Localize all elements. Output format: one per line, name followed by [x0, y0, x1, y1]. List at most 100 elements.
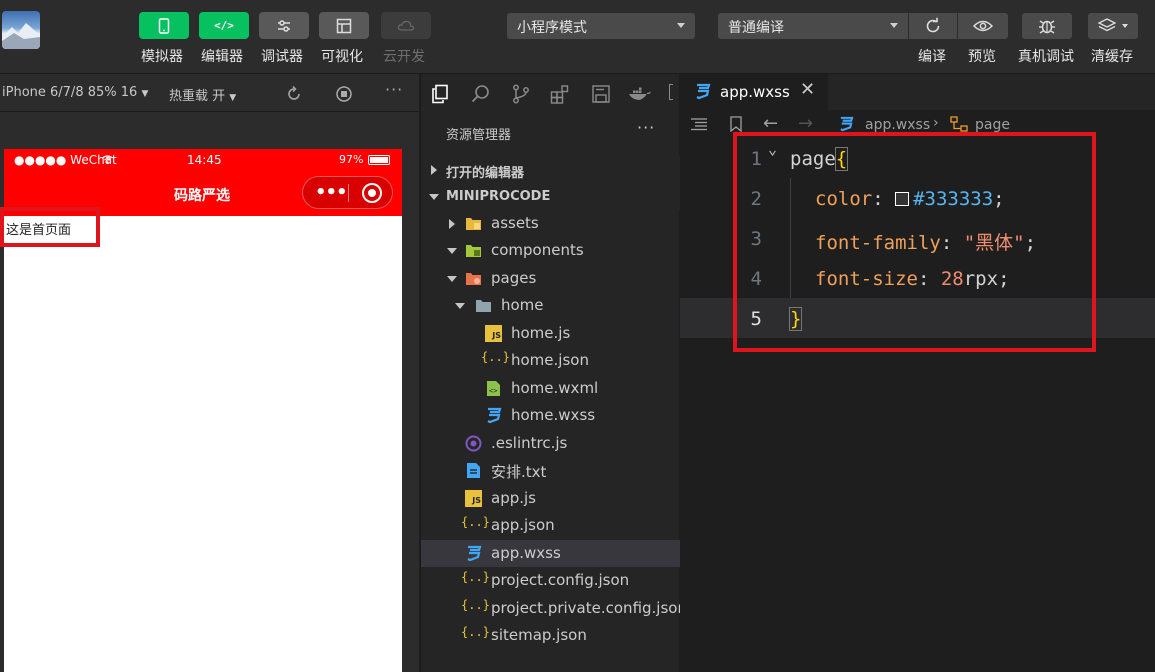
tree-item-home[interactable]: home [421, 292, 680, 319]
js-file-icon: JS [465, 490, 482, 507]
source-control-icon[interactable] [511, 84, 531, 104]
tree-item-sitemap[interactable]: {..} sitemap.json [421, 622, 680, 649]
preview-button[interactable] [958, 13, 1008, 39]
highlight-box-simulator [0, 207, 100, 247]
close-icon[interactable]: ✕ [800, 79, 815, 100]
tree-item-components[interactable]: components [421, 237, 680, 264]
tab-app-wxss[interactable]: app.wxss ✕ [680, 74, 828, 110]
clear-cache-button[interactable] [1088, 13, 1138, 39]
tree-item-app-json[interactable]: {..} app.json [421, 512, 680, 539]
compile-select[interactable]: 普通编译 [718, 13, 908, 39]
stop-icon[interactable] [335, 85, 353, 103]
device-select[interactable]: iPhone 6/7/8 85% 16 ▼ [2, 85, 148, 100]
editor-label: 编辑器 [201, 49, 243, 65]
chevron-down-icon [890, 23, 898, 28]
tree-item-label: home.wxml [511, 379, 599, 397]
hot-reload-select[interactable]: 热重载 开 ▼ [169, 85, 236, 104]
nav-title: 码路严选 [174, 188, 230, 204]
preview-label: 预览 [968, 49, 996, 65]
cloud-dev-button[interactable] [381, 12, 431, 39]
capsule-more-icon[interactable]: ••• [315, 182, 348, 203]
json-file-icon: {..} [461, 625, 490, 639]
tree-item-label: assets [491, 214, 539, 232]
debugger-toggle-button[interactable] [259, 12, 309, 39]
eye-icon [973, 20, 993, 32]
remote-debug-label: 真机调试 [1018, 49, 1074, 65]
tab-label: app.wxss [720, 83, 790, 101]
simulator-area: ●●●●● WeChat 14:45 97% 码路严选 ••• 这是首页面 [0, 112, 419, 672]
css-file-icon [840, 116, 854, 132]
tree-item-assets[interactable]: assets [421, 210, 680, 237]
search-icon[interactable] [471, 84, 491, 104]
tree-item-project-config[interactable]: {..} project.config.json [421, 567, 680, 594]
extensions-icon[interactable] [550, 84, 570, 104]
tree-item-home-js[interactable]: JS home.js [421, 320, 680, 347]
tree-item-pages[interactable]: pages [421, 265, 680, 292]
storage-icon[interactable] [591, 84, 611, 104]
folder-blue-icon [476, 300, 491, 312]
visual-toggle-button[interactable] [319, 12, 369, 39]
battery-text: 97% [339, 153, 364, 166]
device-select-value: iPhone 6/7/8 85% 16 [2, 85, 138, 100]
chevron-down-icon [455, 303, 465, 309]
tree-item-home-wxss[interactable]: home.wxss [421, 402, 680, 429]
project-label: MINIPROCODE [446, 189, 551, 204]
project-section[interactable]: MINIPROCODE [421, 183, 680, 210]
explorer-panel: 资源管理器 ··· 打开的编辑器 MINIPROCODE assets comp… [420, 74, 687, 672]
wxml-file-icon: <> [487, 381, 500, 396]
code-icon: </> [214, 19, 234, 32]
capsule-close-icon[interactable] [362, 183, 382, 203]
tree-item-home-json[interactable]: {..} home.json [421, 347, 680, 374]
forward-arrow-icon[interactable]: → [798, 113, 813, 134]
cloud-dev-label: 云开发 [383, 49, 425, 65]
tree-item-app-js[interactable]: JS app.js [421, 485, 680, 512]
chevron-down-icon [677, 23, 685, 28]
caret-down-icon: ▼ [141, 89, 149, 99]
layout-icon [336, 18, 352, 33]
mode-select[interactable]: 小程序模式 [507, 13, 695, 39]
css-file-icon [696, 83, 711, 100]
json-file-icon: {..} [461, 598, 490, 612]
chevron-down-icon [447, 276, 457, 282]
overflow-icon[interactable] [669, 84, 673, 100]
tree-item-anpai-txt[interactable]: 安排.txt [421, 457, 680, 484]
outline-icon[interactable] [690, 117, 708, 131]
compile-select-value: 普通编译 [728, 20, 784, 36]
sliders-icon [278, 19, 290, 32]
mini-program-capsule: ••• [302, 176, 393, 209]
chevron-down-icon [429, 194, 439, 200]
explorer-more-icon[interactable]: ··· [637, 118, 655, 137]
avatar[interactable] [2, 11, 40, 49]
back-arrow-icon[interactable]: ← [763, 113, 778, 134]
bookmark-icon[interactable] [730, 116, 742, 132]
code-editor[interactable]: 1 2 3 4 5 ⌄ page{ color: #333333; font-f… [680, 132, 1155, 672]
tree-item-home-wxml[interactable]: <> home.wxml [421, 375, 680, 402]
breadcrumb-symbol[interactable]: page [975, 117, 1010, 133]
breadcrumb-file[interactable]: app.wxss [865, 117, 930, 133]
remote-debug-button[interactable] [1022, 13, 1072, 39]
chevron-right-icon [431, 165, 437, 175]
simulator-toggle-button[interactable] [139, 12, 189, 39]
tree-item-label: home.js [511, 324, 571, 342]
tree-item-project-private-config[interactable]: {..} project.private.config.json [421, 595, 687, 622]
open-editors-section[interactable]: 打开的编辑器 [421, 156, 680, 183]
bug-icon [1039, 20, 1055, 34]
rotate-icon[interactable] [285, 85, 303, 103]
tree-item-label: home.json [511, 351, 589, 369]
chevron-down-icon [447, 248, 457, 254]
simulator-label: 模拟器 [141, 49, 183, 65]
compile-button[interactable] [909, 13, 957, 39]
symbol-class-icon [950, 116, 968, 132]
files-icon[interactable] [431, 84, 451, 104]
tree-item-app-wxss[interactable]: app.wxss [421, 540, 680, 567]
docker-icon[interactable] [628, 86, 652, 102]
refresh-icon [926, 17, 940, 33]
json-file-icon: {..} [481, 350, 510, 364]
more-icon[interactable]: ··· [385, 80, 403, 99]
explorer-title: 资源管理器 [446, 128, 512, 143]
json-file-icon: {..} [461, 515, 490, 529]
svg-text:<>: <> [489, 387, 497, 395]
editor-toggle-button[interactable]: </> [199, 12, 249, 39]
css-file-icon [487, 407, 502, 424]
tree-item-eslintrc[interactable]: .eslintrc.js [421, 430, 680, 457]
